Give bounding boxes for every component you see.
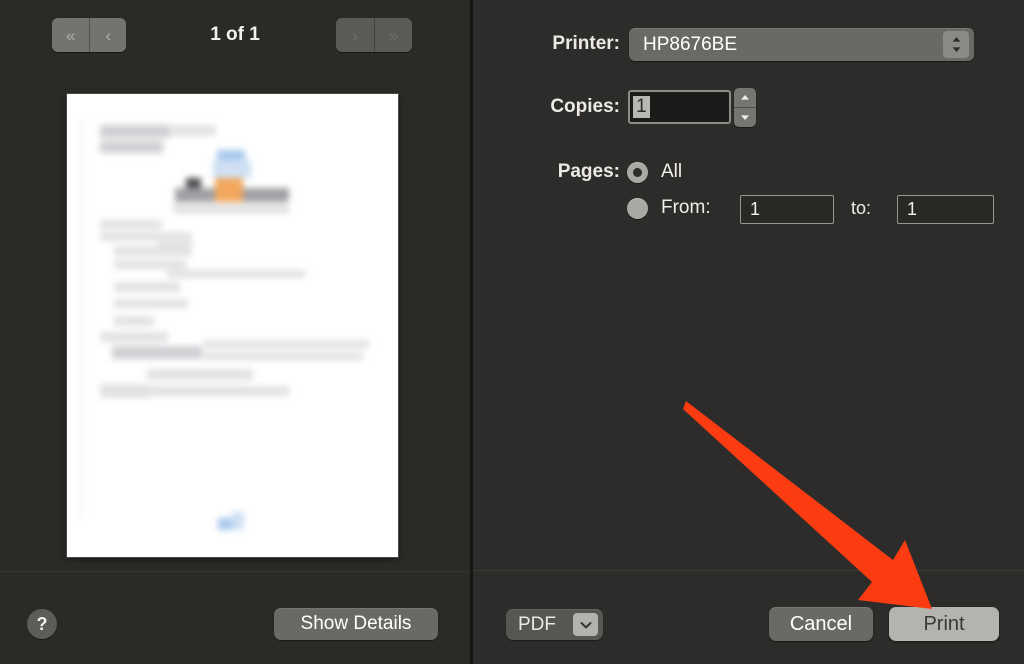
last-page-icon[interactable]: »	[373, 18, 413, 52]
chevron-up-icon[interactable]	[734, 88, 756, 108]
pages-from-label[interactable]: From:	[661, 197, 711, 219]
page-preview-thumbnail[interactable]	[67, 94, 398, 557]
print-button[interactable]: Print	[889, 607, 999, 641]
chevron-down-icon[interactable]	[734, 108, 756, 127]
page-nav-next-group[interactable]: › »	[336, 18, 412, 52]
left-bottom-divider	[0, 571, 470, 572]
next-page-icon[interactable]: ›	[336, 18, 374, 52]
cancel-button[interactable]: Cancel	[769, 607, 873, 641]
first-page-icon[interactable]: «	[52, 18, 89, 52]
copies-stepper[interactable]	[734, 88, 756, 127]
show-details-button[interactable]: Show Details	[274, 608, 438, 640]
help-button[interactable]: ?	[27, 609, 57, 639]
pages-all-radio[interactable]	[627, 162, 648, 183]
chevron-up-down-icon	[943, 31, 969, 58]
pdf-menu-button[interactable]: PDF	[506, 609, 603, 640]
page-preview-content	[67, 94, 398, 557]
pages-from-input[interactable]: 1	[740, 195, 834, 224]
previous-page-icon[interactable]: ‹	[88, 18, 127, 52]
page-nav-previous-group[interactable]: « ‹	[52, 18, 126, 52]
preview-panel: 1 of 1 « ‹ › » ? Show Details	[0, 0, 471, 664]
print-dialog: 1 of 1 « ‹ › » ? Show Details Printer: H…	[0, 0, 1024, 664]
pages-to-input[interactable]: 1	[897, 195, 994, 224]
pages-all-label[interactable]: All	[661, 161, 682, 183]
right-bottom-divider	[473, 570, 1024, 571]
copies-input-value: 1	[633, 96, 650, 118]
copies-input[interactable]: 1	[628, 90, 731, 124]
printer-select-value: HP8676BE	[643, 33, 738, 55]
pdf-menu-label: PDF	[518, 613, 556, 635]
printer-label: Printer:	[552, 33, 620, 54]
pages-range-radio[interactable]	[627, 198, 648, 219]
printer-select[interactable]: HP8676BE	[629, 28, 974, 61]
pages-label: Pages:	[557, 161, 620, 182]
copies-label: Copies:	[550, 96, 620, 117]
chevron-down-icon	[573, 613, 598, 636]
page-navigation-bar: 1 of 1 « ‹ › »	[0, 18, 470, 66]
pages-to-label: to:	[851, 198, 872, 218]
